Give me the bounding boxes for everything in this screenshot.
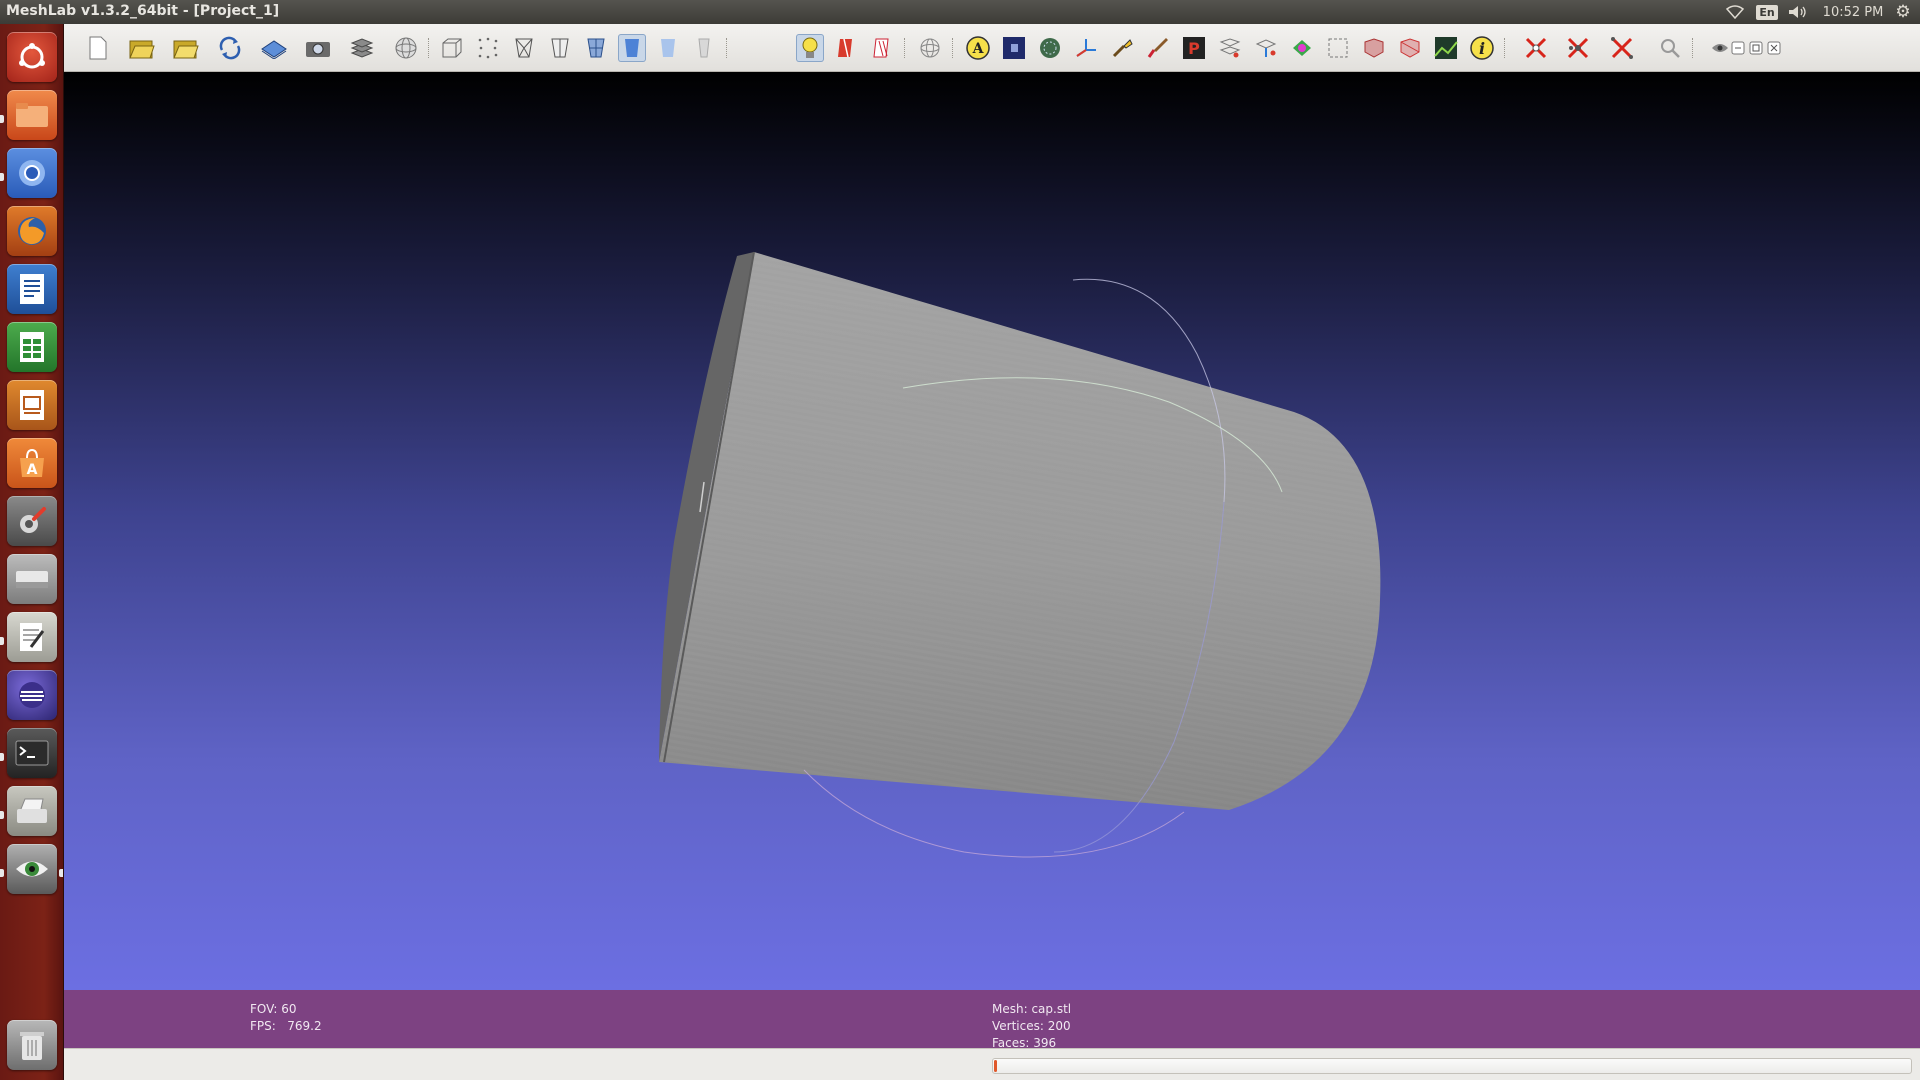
clock[interactable]: 10:52 PM: [1818, 0, 1888, 24]
volume-icon[interactable]: [1784, 0, 1812, 24]
toolbar-separator: [428, 38, 430, 58]
trackball-icon[interactable]: [916, 34, 944, 62]
running-indicator: [0, 869, 4, 877]
progress-bar: [992, 1058, 1912, 1074]
color-icon[interactable]: [1036, 34, 1064, 62]
reload-icon[interactable]: [216, 34, 244, 62]
axis-icon[interactable]: [1072, 34, 1100, 62]
toolbar-separator: [726, 38, 728, 58]
wifi-icon[interactable]: [1722, 0, 1748, 24]
points-icon[interactable]: [474, 34, 502, 62]
firefox-icon[interactable]: [7, 206, 57, 256]
lighting-bulb-icon[interactable]: [796, 34, 824, 62]
close-icon[interactable]: [1766, 34, 1782, 62]
toolbar-separator: [1692, 38, 1694, 58]
impress-icon[interactable]: [7, 380, 57, 430]
session-gear-icon[interactable]: ⚙: [1890, 0, 1916, 24]
bounding-box-icon[interactable]: [438, 34, 466, 62]
trash-icon[interactable]: [7, 1020, 57, 1070]
double-side-lighting-icon[interactable]: [832, 34, 860, 62]
calc-icon[interactable]: [7, 322, 57, 372]
paint-icon[interactable]: [1144, 34, 1172, 62]
edit-reference-icon[interactable]: [1252, 34, 1280, 62]
measure-icon[interactable]: [1108, 34, 1136, 62]
files-icon[interactable]: [7, 90, 57, 140]
system-settings-icon[interactable]: [7, 496, 57, 546]
info-bar: FOV: 60 FPS: 769.2 Mesh: cap.stl Vertice…: [64, 990, 1920, 1050]
smooth-shading-icon[interactable]: [654, 34, 682, 62]
select-vertices-icon[interactable]: [1324, 34, 1352, 62]
software-center-icon[interactable]: A: [7, 438, 57, 488]
eye-of-gnome-icon[interactable]: [7, 844, 57, 894]
progress-fill: [994, 1060, 997, 1072]
window-title: MeshLab v1.3.2_64bit - [Project_1]: [6, 3, 280, 19]
open-file-icon[interactable]: [172, 34, 200, 62]
zoom-search-icon[interactable]: [1656, 34, 1684, 62]
align-icon[interactable]: [1216, 34, 1244, 62]
launcher: A: [0, 24, 64, 1080]
flat-lines-icon[interactable]: [582, 34, 610, 62]
running-indicator: [0, 115, 4, 123]
svg-text:A: A: [27, 462, 38, 478]
snapshot-camera-icon[interactable]: [304, 34, 332, 62]
toolbar-separator: [904, 38, 906, 58]
mesh-render: [659, 251, 1381, 858]
text-editor-icon[interactable]: [7, 612, 57, 662]
layers-icon[interactable]: [348, 34, 376, 62]
annotate-icon[interactable]: A: [964, 34, 992, 62]
scanner-icon[interactable]: [7, 786, 57, 836]
mesh-name-label: Mesh: cap.stl: [992, 1002, 1072, 1016]
back-face-culling-icon[interactable]: [868, 34, 896, 62]
drive-icon[interactable]: [7, 554, 57, 604]
running-indicator: [0, 811, 4, 819]
delete-vertices-icon[interactable]: [1564, 34, 1592, 62]
chromium-icon[interactable]: [7, 148, 57, 198]
toolbar-separator: [1504, 38, 1506, 58]
mesh-cylinder: [659, 251, 1381, 810]
wireframe-sphere-icon[interactable]: [392, 34, 420, 62]
terminal-icon[interactable]: [7, 728, 57, 778]
svg-text:P: P: [1188, 39, 1200, 58]
eclipse-icon[interactable]: [7, 670, 57, 720]
save-snapshot-icon[interactable]: [260, 34, 288, 62]
open-project-icon[interactable]: [128, 34, 156, 62]
fps-label: FPS: 769.2: [250, 1019, 322, 1033]
svg-text:A: A: [972, 41, 985, 57]
toolbar-separator: [952, 38, 954, 58]
fov-label: FOV: 60: [250, 1002, 297, 1016]
3d-viewport[interactable]: [64, 72, 1920, 990]
status-bar: [64, 1048, 1920, 1080]
running-indicator: [0, 173, 4, 181]
minimize-icon[interactable]: [1730, 34, 1746, 62]
wireframe-icon[interactable]: [510, 34, 538, 62]
new-file-icon[interactable]: [84, 34, 112, 62]
delete-selection-icon[interactable]: [1608, 34, 1636, 62]
raster-icon[interactable]: [1000, 34, 1028, 62]
flat-shading-icon[interactable]: [618, 34, 646, 62]
select-faces-icon[interactable]: [1360, 34, 1388, 62]
running-indicator: [0, 637, 4, 645]
running-indicator: [0, 753, 4, 761]
manipulate-icon[interactable]: [1288, 34, 1316, 62]
render-shader-icon[interactable]: [1432, 34, 1460, 62]
pick-points-icon[interactable]: P: [1180, 34, 1208, 62]
vertices-label: Vertices: 200: [992, 1019, 1071, 1033]
dash-home-icon[interactable]: [7, 32, 57, 82]
focused-indicator: [59, 869, 63, 877]
main-toolbar: A P i: [64, 24, 1920, 72]
hidden-lines-icon[interactable]: [546, 34, 574, 62]
select-connected-icon[interactable]: [1396, 34, 1424, 62]
language-label: En: [1756, 4, 1778, 20]
restore-icon[interactable]: [1748, 34, 1764, 62]
delete-faces-icon[interactable]: [1522, 34, 1550, 62]
language-indicator[interactable]: En: [1756, 0, 1778, 24]
svg-text:i: i: [1479, 39, 1485, 58]
texture-icon[interactable]: [690, 34, 718, 62]
top-panel: MeshLab v1.3.2_64bit - [Project_1] En 10…: [0, 0, 1920, 24]
info-icon[interactable]: i: [1468, 34, 1496, 62]
writer-icon[interactable]: [7, 264, 57, 314]
